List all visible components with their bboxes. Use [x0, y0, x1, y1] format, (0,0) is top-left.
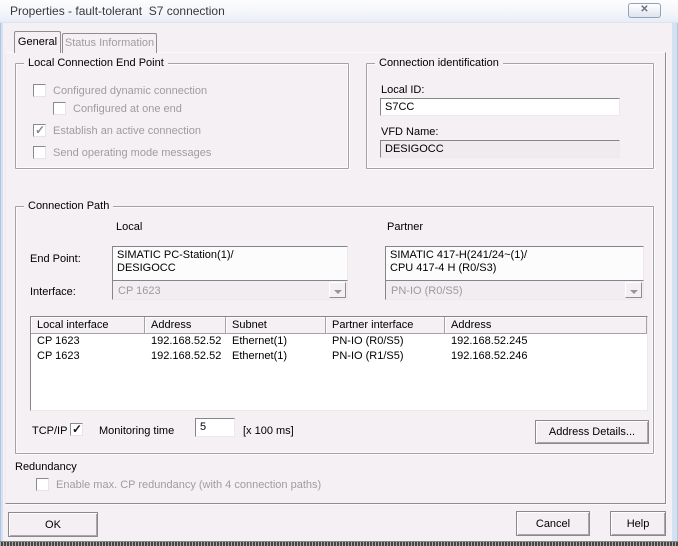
group-title: Connection identification — [375, 57, 503, 70]
monitoring-time-label: Monitoring time — [99, 425, 174, 438]
address-details-button[interactable]: Address Details... — [535, 420, 649, 444]
local-id-label: Local ID: — [381, 84, 424, 97]
table-cell: PN-IO (R1/S5) — [326, 349, 445, 364]
table-header-row: Local interface Address Subnet Partner i… — [31, 317, 647, 334]
tab-page-general: Local Connection End Point Configured dy… — [5, 52, 666, 504]
chevron-down-icon[interactable] — [625, 282, 642, 298]
col-address[interactable]: Address — [145, 317, 226, 334]
table-cell: Ethernet(1) — [226, 334, 326, 349]
tab-status-information[interactable]: Status Information — [62, 33, 157, 53]
interface-partner-combobox[interactable]: PN-IO (R0/S5) — [385, 280, 644, 300]
end-point-partner-line2: CPU 417-4 H (R0/S3) — [390, 262, 639, 275]
screenshot-root: Properties - fault-tolerant S7 connectio… — [0, 0, 678, 546]
end-point-local-field: SIMATIC PC-Station(1)/ DESIGOCC — [112, 246, 348, 282]
checkbox-establish-active-connection[interactable]: Establish an active connection — [33, 124, 201, 137]
window-title: Properties - fault-tolerant S7 connectio… — [10, 0, 225, 22]
screen-bottom-edge — [0, 541, 678, 546]
local-column-label: Local — [116, 221, 142, 234]
table-cell: Ethernet(1) — [226, 349, 326, 364]
col-subnet[interactable]: Subnet — [226, 317, 326, 334]
partner-column-label: Partner — [387, 221, 423, 234]
checkbox-box[interactable] — [33, 124, 46, 137]
checkbox-configured-dynamic-connection[interactable]: Configured dynamic connection — [33, 84, 207, 97]
checkbox-label: Send operating mode messages — [53, 147, 211, 159]
end-point-partner-line1: SIMATIC 417-H(241/24~(1)/ — [390, 249, 639, 262]
table-row[interactable]: CP 1623 192.168.52.52 Ethernet(1) PN-IO … — [31, 349, 647, 364]
end-point-local-line2: DESIGOCC — [117, 262, 343, 275]
group-local-connection-end-point: Local Connection End Point Configured dy… — [15, 63, 349, 169]
local-id-input[interactable]: S7CC — [380, 98, 620, 116]
table-row[interactable]: CP 1623 192.168.52.52 Ethernet(1) PN-IO … — [31, 334, 647, 349]
group-title: Connection Path — [24, 200, 113, 213]
interface-local-value: CP 1623 — [118, 285, 161, 297]
col-address-2[interactable]: Address — [445, 317, 647, 334]
checkbox-label: Enable max. CP redundancy (with 4 connec… — [56, 479, 321, 491]
end-point-local-line1: SIMATIC PC-Station(1)/ — [117, 249, 343, 262]
group-title: Local Connection End Point — [24, 57, 168, 70]
vfd-name-label: VFD Name: — [381, 126, 438, 139]
tcpip-checkbox[interactable] — [70, 423, 83, 436]
end-point-label: End Point: — [30, 253, 81, 266]
cancel-button[interactable]: Cancel — [516, 511, 590, 536]
table-cell: 192.168.52.52 — [145, 349, 226, 364]
checkbox-label: Configured dynamic connection — [53, 85, 207, 97]
table-cell: CP 1623 — [31, 334, 145, 349]
interface-label: Interface: — [30, 286, 76, 299]
title-bar: Properties - fault-tolerant S7 connectio… — [0, 0, 678, 23]
ok-button[interactable]: OK — [8, 512, 98, 537]
checkbox-box[interactable] — [53, 102, 66, 115]
checkbox-box[interactable] — [33, 146, 46, 159]
monitoring-time-unit-label: [x 100 ms] — [243, 425, 294, 438]
end-point-partner-field: SIMATIC 417-H(241/24~(1)/ CPU 417-4 H (R… — [385, 246, 644, 282]
monitoring-time-input[interactable]: 5 — [195, 418, 235, 437]
tcpip-label: TCP/IP — [32, 425, 67, 438]
interface-local-combobox[interactable]: CP 1623 — [112, 280, 348, 300]
chevron-down-icon[interactable] — [329, 282, 346, 298]
interface-table: Local interface Address Subnet Partner i… — [30, 316, 648, 411]
col-local-interface[interactable]: Local interface — [31, 317, 145, 334]
close-icon[interactable]: ✕ — [628, 3, 661, 18]
checkbox-enable-max-cp-redundancy[interactable]: Enable max. CP redundancy (with 4 connec… — [36, 478, 321, 491]
table-cell: 192.168.52.52 — [145, 334, 226, 349]
redundancy-title: Redundancy — [15, 461, 77, 474]
help-button[interactable]: Help — [610, 511, 666, 536]
table-cell: 192.168.52.245 — [445, 334, 647, 349]
checkbox-box[interactable] — [36, 478, 49, 491]
table-cell: PN-IO (R0/S5) — [326, 334, 445, 349]
vfd-name-input: DESIGOCC — [380, 140, 620, 158]
interface-partner-value: PN-IO (R0/S5) — [391, 285, 463, 297]
tab-general[interactable]: General — [14, 31, 61, 53]
checkbox-label: Establish an active connection — [53, 125, 201, 137]
checkbox-configured-at-one-end[interactable]: Configured at one end — [53, 102, 182, 115]
col-partner-interface[interactable]: Partner interface — [326, 317, 445, 334]
checkbox-label: Configured at one end — [73, 103, 182, 115]
table-cell: CP 1623 — [31, 349, 145, 364]
checkbox-box[interactable] — [33, 84, 46, 97]
group-connection-path: Connection Path Local Partner End Point:… — [15, 206, 654, 454]
group-connection-identification: Connection identification Local ID: S7CC… — [366, 63, 654, 169]
table-cell: 192.168.52.246 — [445, 349, 647, 364]
checkbox-send-operating-mode-messages[interactable]: Send operating mode messages — [33, 146, 211, 159]
